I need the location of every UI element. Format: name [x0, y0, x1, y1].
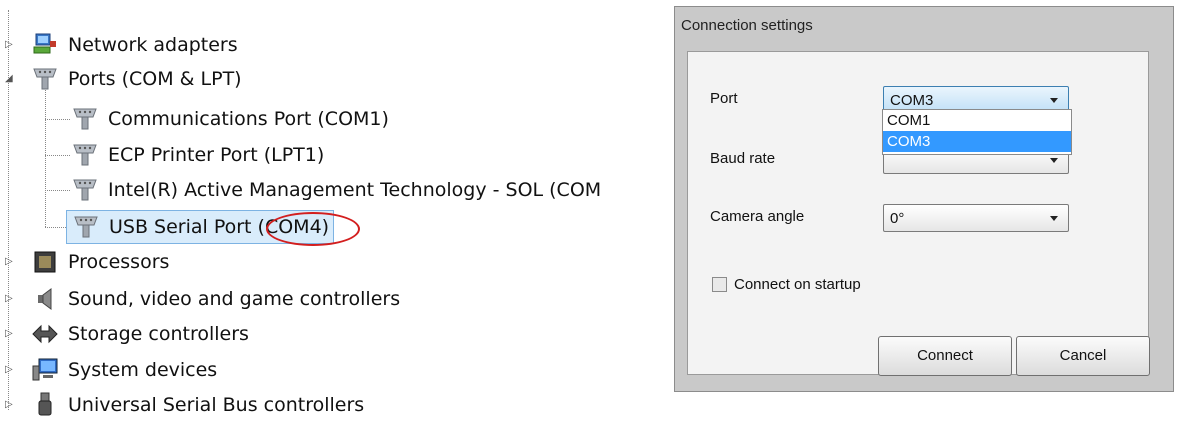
speaker-icon	[38, 288, 52, 310]
tree-item-ports[interactable]: ◢ Ports (COM & LPT)	[0, 62, 242, 96]
port-dropdown-list: COM1 COM3	[882, 109, 1072, 155]
tree-item-label: Intel(R) Active Management Technology - …	[108, 179, 602, 201]
connection-settings-dialog: Connection settings Port COM3 Baud rate …	[674, 6, 1174, 392]
tree-item-com1[interactable]: Communications Port (COM1)	[70, 102, 389, 136]
expand-arrow-icon[interactable]: ▷	[5, 328, 17, 340]
camera-angle-value: 0°	[890, 210, 905, 227]
dropdown-arrow-icon	[1050, 158, 1058, 163]
annotation-ellipse	[266, 212, 360, 246]
camera-angle-select[interactable]: 0°	[883, 204, 1069, 232]
dropdown-arrow-icon	[1050, 216, 1058, 221]
expand-arrow-icon[interactable]: ▷	[5, 256, 17, 268]
port-option-com1[interactable]: COM1	[883, 110, 1071, 131]
device-tree: ▷ Network adapters ◢ Ports (COM & LPT) C…	[0, 0, 690, 422]
collapse-arrow-icon[interactable]: ◢	[5, 73, 17, 85]
dialog-title: Connection settings	[681, 17, 813, 34]
tree-item-label: Communications Port (COM1)	[108, 108, 389, 130]
baud-rate-label: Baud rate	[710, 150, 776, 167]
tree-item-label: Storage controllers	[68, 323, 249, 345]
tree-item-usb-controllers[interactable]: ▷ Universal Serial Bus controllers	[0, 388, 364, 422]
tree-item-label: Sound, video and game controllers	[68, 288, 401, 310]
tree-line	[45, 155, 70, 156]
tree-line	[45, 90, 46, 227]
port-icon	[74, 216, 98, 238]
dropdown-arrow-icon	[1050, 98, 1058, 103]
tree-item-label: Ports (COM & LPT)	[68, 68, 242, 90]
port-icon	[73, 179, 97, 201]
tree-item-network-adapters[interactable]: ▷ Network adapters	[0, 28, 238, 62]
expand-arrow-icon[interactable]: ▷	[5, 364, 17, 376]
connect-on-startup-checkbox[interactable]	[712, 277, 727, 292]
network-adapter-icon	[33, 33, 56, 54]
usb-icon	[38, 392, 52, 416]
storage-icon	[32, 324, 58, 344]
tree-item-label: Universal Serial Bus controllers	[68, 394, 365, 416]
expand-arrow-icon[interactable]: ▷	[5, 399, 17, 411]
connect-button[interactable]: Connect	[878, 336, 1012, 376]
port-icon	[73, 144, 97, 166]
tree-item-label: System devices	[68, 359, 218, 381]
tree-item-intel-amt[interactable]: Intel(R) Active Management Technology - …	[70, 173, 601, 207]
port-icon	[33, 68, 57, 90]
port-option-com3[interactable]: COM3	[883, 131, 1071, 152]
connect-on-startup-label[interactable]: Connect on startup	[734, 276, 861, 293]
expand-arrow-icon[interactable]: ▷	[5, 39, 17, 51]
tree-line	[45, 119, 70, 120]
tree-item-storage-controllers[interactable]: ▷ Storage controllers	[0, 317, 249, 351]
expand-arrow-icon[interactable]: ▷	[5, 293, 17, 305]
tree-item-lpt1[interactable]: ECP Printer Port (LPT1)	[70, 138, 324, 172]
port-label: Port	[710, 90, 738, 107]
tree-item-system-devices[interactable]: ▷ System devices	[0, 353, 217, 387]
tree-item-label: ECP Printer Port (LPT1)	[108, 144, 325, 166]
tree-item-label: Processors	[68, 251, 170, 273]
camera-angle-label: Camera angle	[710, 208, 805, 225]
tree-item-sound-video-game[interactable]: ▷ Sound, video and game controllers	[0, 282, 400, 316]
port-icon	[73, 108, 97, 130]
port-select-value: COM3	[890, 92, 934, 109]
cancel-button[interactable]: Cancel	[1016, 336, 1150, 376]
tree-item-label: Network adapters	[68, 34, 238, 56]
dialog-body: Port COM3 Baud rate Camera angle 0° Conn…	[687, 51, 1150, 376]
tree-line	[45, 190, 70, 191]
computer-icon	[32, 358, 58, 381]
tree-item-processors[interactable]: ▷ Processors	[0, 245, 169, 279]
processor-icon	[34, 251, 56, 273]
